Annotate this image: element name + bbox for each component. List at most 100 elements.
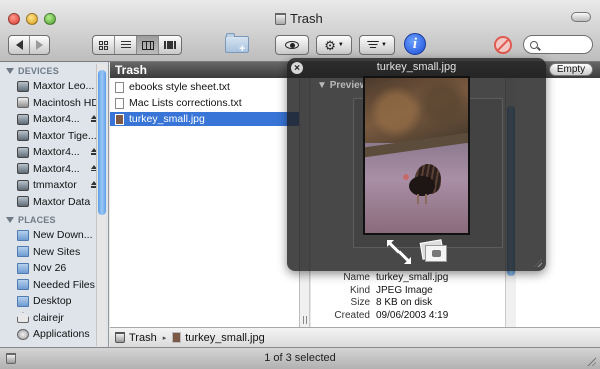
file-row[interactable]: ebooks style sheet.txt [110,80,299,94]
forward-arrow-icon [36,40,43,50]
arrange-icon [367,41,380,49]
file-row[interactable]: turkey_small.jpg [110,112,299,126]
fullscreen-arrows-icon[interactable] [387,240,411,264]
turkey-photo [363,76,470,235]
coverflow-view-icon [164,41,176,49]
arrow-head [404,257,411,264]
info-label: Name [343,272,370,283]
close-window-button[interactable] [8,13,20,25]
add-to-iphoto-icon[interactable] [419,239,447,263]
sidebar-item-label: Nov 26 [33,262,67,275]
turkey-figure [403,164,443,204]
sidebar-item[interactable]: Macintosh HD [0,95,108,112]
status-bar: 1 of 3 selected [0,347,600,369]
file-name: Mac Lists corrections.txt [129,97,242,109]
turkey-body [409,176,435,196]
status-text: 1 of 3 selected [264,352,336,364]
sidebar-item[interactable]: Maxtor Tige... [0,128,108,145]
search-icon [530,40,538,49]
new-folder-button[interactable]: + [225,33,251,55]
window-title-text: Trash [290,11,323,26]
toolbar-toggle-button[interactable] [571,12,591,22]
path-item-file[interactable]: turkey_small.jpg [185,332,264,344]
arrange-menu-button[interactable]: ▼ [359,35,395,55]
hard-drive-icon [17,97,29,109]
sidebar-item[interactable]: tmmaxtor [0,177,108,194]
disclosure-triangle-icon [6,216,14,223]
column-view-button[interactable] [137,36,159,54]
sidebar-item[interactable]: Maxtor4... [0,144,108,161]
desktop-icon [17,295,29,307]
turkey-head [403,174,409,180]
info-label: Kind [349,284,370,296]
camera-icon [432,250,441,257]
sidebar-item[interactable]: Needed Files [0,277,108,294]
file-row[interactable]: Mac Lists corrections.txt [110,96,299,110]
empty-trash-button[interactable]: Empty [549,63,593,76]
list-view-button[interactable] [115,36,137,54]
quicklook-button[interactable] [275,35,309,55]
folder-icon [17,246,29,258]
list-view-icon [120,40,131,50]
back-button[interactable] [9,36,30,54]
file-name: ebooks style sheet.txt [129,81,230,93]
text-file-icon [115,97,124,109]
path-item-trash[interactable]: Trash [129,332,157,344]
sidebar-item-label: Macintosh HD [33,96,99,109]
jpeg-file-icon [115,113,124,125]
minimize-window-button[interactable] [26,13,38,25]
file-column: ebooks style sheet.txt Mac Lists correcti… [110,78,300,327]
external-drive-icon [17,80,29,92]
sidebar-item[interactable]: Applications [0,326,108,343]
get-info-button[interactable]: i [404,33,426,55]
sidebar-item-label: Applications [33,328,90,341]
sidebar-item[interactable]: Nov 26 [0,260,108,277]
info-icon: i [412,35,418,52]
jpeg-file-icon [172,332,182,343]
turkey-leg [417,194,419,204]
info-value: 09/06/2003 4:19 [376,309,449,321]
sidebar-scroll-thumb[interactable] [98,70,106,215]
coverflow-view-button[interactable] [159,36,181,54]
path-separator-icon: ▸ [162,334,167,342]
sidebar-item[interactable]: Desktop [0,293,108,310]
sidebar-item-label: clairejr [33,311,64,324]
turkey-leg [425,194,427,204]
info-label: Created [334,309,370,321]
column-header-title: Trash [115,63,148,77]
icon-view-button[interactable] [93,36,115,54]
back-arrow-icon [15,40,23,50]
sidebar-item-label: Maxtor4... [33,146,80,159]
external-drive-icon [17,130,29,142]
sidebar-item-label: New Sites [33,245,81,258]
sidebar-item[interactable]: clairejr [0,310,108,327]
sidebar-section-places[interactable]: PLACES [0,212,108,227]
sidebar-item[interactable]: Maxtor Leo... [0,78,108,95]
sidebar-item[interactable]: Maxtor Data [0,194,108,211]
devices-list: Maxtor Leo... Macintosh HD Maxtor4... Maxto… [0,78,108,210]
external-drive-icon [17,163,29,175]
quicklook-close-button[interactable]: × [291,62,303,74]
forward-button[interactable] [30,36,49,54]
eye-icon [285,41,299,49]
search-field[interactable] [523,35,593,54]
path-bar: Trash ▸ turkey_small.jpg [110,327,600,347]
sidebar-item[interactable]: Maxtor4... [0,161,108,178]
sidebar-item[interactable]: New Down... [0,227,108,244]
chevron-down-icon: ▼ [381,42,387,48]
sidebar: DEVICES Maxtor Leo... Macintosh HD Maxtor4… [0,62,109,348]
quicklook-resize-handle[interactable] [534,259,542,267]
resize-grip-icon [303,316,307,324]
sidebar-item[interactable]: Maxtor4... [0,111,108,128]
folder-tab-shape [226,33,235,37]
sidebar-scrollbar[interactable] [96,64,106,346]
action-menu-button[interactable]: ⚙ ▼ [316,35,352,55]
quicklook-title: turkey_small.jpg [376,61,457,73]
sidebar-item[interactable]: New Sites [0,244,108,261]
external-drive-icon [17,179,29,191]
sidebar-section-devices[interactable]: DEVICES [0,63,108,78]
no-entry-icon[interactable] [494,36,512,54]
zoom-window-button[interactable] [44,13,56,25]
sidebar-item-label: Maxtor4... [33,113,80,126]
window-title: Trash [275,11,323,26]
